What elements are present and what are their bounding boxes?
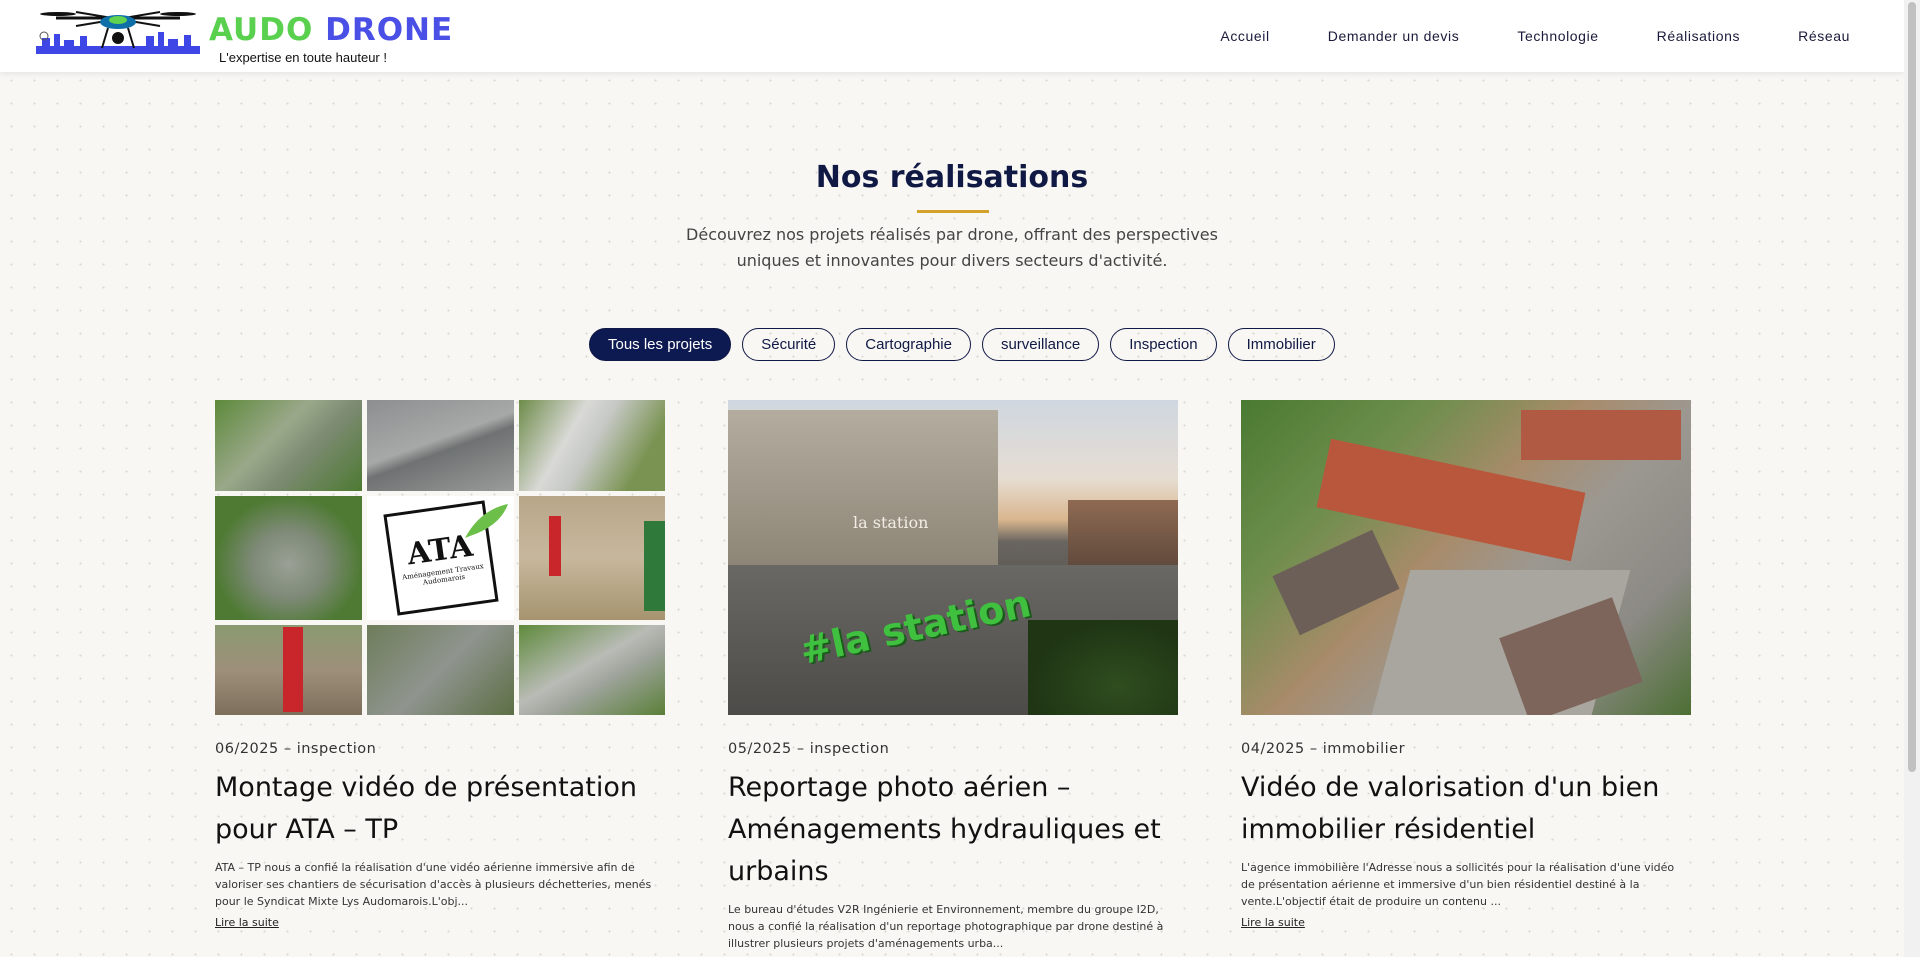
site-header: AUDO DRONE L'expertise en toute hauteur … — [0, 0, 1904, 72]
image-roof — [1272, 529, 1400, 636]
filter-securite[interactable]: Sécurité — [742, 328, 836, 361]
project-title[interactable]: Vidéo de valorisation d'un bien immobili… — [1241, 767, 1691, 851]
section-subtitle: Découvrez nos projets réalisés par drone… — [686, 225, 1218, 270]
collage-tile — [519, 625, 665, 715]
project-card: 04/2025 – immobilier Vidéo de valorisati… — [1241, 400, 1691, 930]
brand-tagline: L'expertise en toute hauteur ! — [219, 50, 387, 65]
project-meta: 06/2025 – inspection — [215, 741, 377, 757]
filter-inspection[interactable]: Inspection — [1110, 328, 1217, 361]
scrollbar-thumb[interactable] — [1908, 2, 1916, 772]
nav-technologie[interactable]: Technologie — [1517, 28, 1598, 44]
collage-tile — [215, 400, 362, 491]
collage-tile — [367, 625, 514, 715]
project-image-house[interactable] — [1241, 400, 1691, 715]
read-more-link[interactable]: Lire la suite — [215, 916, 279, 929]
page-scrollbar[interactable] — [1904, 0, 1920, 957]
leaf-icon — [465, 504, 508, 538]
project-filters: Tous les projets Sécurité Cartographie s… — [589, 328, 1335, 361]
project-image-station[interactable]: la station #la station — [728, 400, 1178, 715]
nav-demander-un-devis[interactable]: Demander un devis — [1328, 28, 1460, 44]
collage-tile — [215, 625, 362, 715]
drone-logo-icon[interactable] — [36, 6, 200, 64]
project-image-ata[interactable]: ATA Aménagement Travaux Audomarois — [215, 400, 665, 715]
filter-surveillance[interactable]: surveillance — [981, 328, 1100, 361]
image-building — [1068, 500, 1178, 575]
image-tree — [1028, 620, 1178, 715]
project-title[interactable]: Montage vidéo de présentation pour ATA –… — [215, 767, 665, 851]
filter-all-projects[interactable]: Tous les projets — [589, 328, 732, 361]
main-nav: Accueil Demander un devis Technologie Ré… — [1162, 28, 1850, 44]
project-title[interactable]: Reportage photo aérien – Aménagements hy… — [728, 767, 1178, 893]
filter-cartographie[interactable]: Cartographie — [846, 328, 971, 361]
collage-tile — [367, 400, 514, 491]
brand-name-part1: AUDO — [209, 12, 314, 48]
collage-tile — [519, 400, 665, 491]
brand-name[interactable]: AUDO DRONE — [209, 12, 453, 48]
project-meta: 05/2025 – inspection — [728, 741, 890, 757]
project-excerpt: Le bureau d'études V2R Ingénierie et Env… — [728, 903, 1164, 950]
project-card: ATA Aménagement Travaux Audomarois 06/20… — [215, 400, 665, 930]
ata-logo-tile: ATA Aménagement Travaux Audomarois — [367, 496, 514, 620]
collage-tile — [215, 496, 362, 620]
project-meta: 04/2025 – immobilier — [1241, 741, 1406, 757]
title-underline — [917, 210, 989, 213]
read-more-link[interactable]: Lire la suite — [1241, 916, 1305, 929]
project-excerpt: ATA – TP nous a confié la réalisation d'… — [215, 861, 652, 908]
image-sign-text: la station — [853, 513, 929, 532]
nav-realisations[interactable]: Réalisations — [1657, 28, 1740, 44]
image-roof — [1521, 410, 1681, 460]
filter-immobilier[interactable]: Immobilier — [1227, 328, 1335, 361]
nav-reseau[interactable]: Réseau — [1798, 28, 1850, 44]
nav-accueil[interactable]: Accueil — [1220, 28, 1269, 44]
project-excerpt: L'agence immobilière l'Adresse nous a so… — [1241, 861, 1675, 908]
collage-tile — [519, 496, 665, 620]
section-title: Nos réalisations — [815, 160, 1089, 195]
image-building — [728, 410, 998, 565]
brand-name-part2: DRONE — [313, 12, 454, 48]
project-card: la station #la station 05/2025 – inspect… — [728, 400, 1178, 952]
